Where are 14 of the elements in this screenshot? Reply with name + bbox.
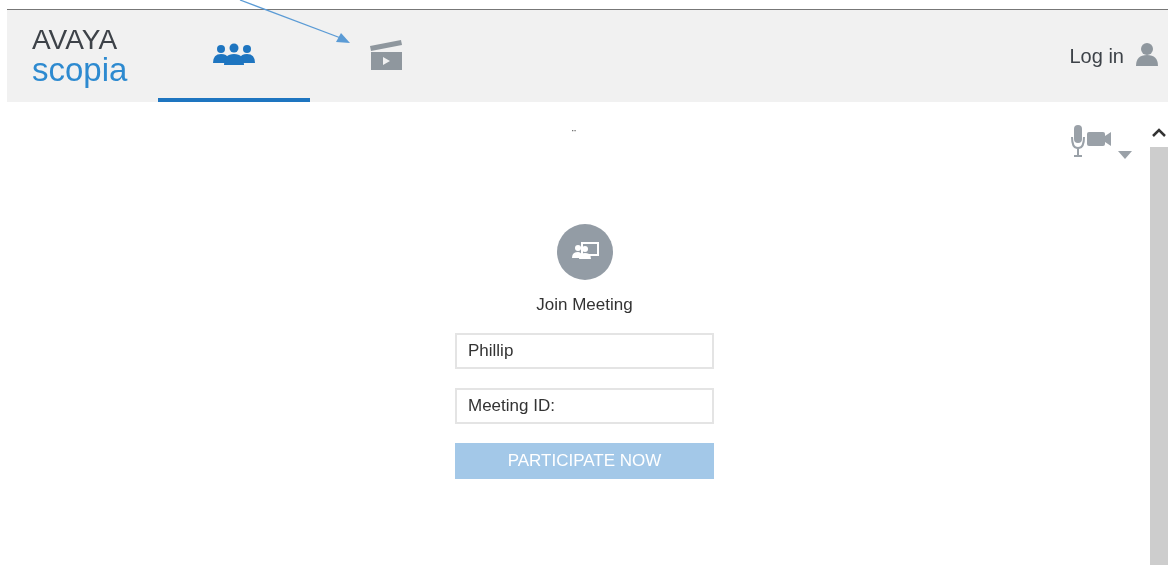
dropdown-caret-icon <box>1118 151 1132 159</box>
login-link[interactable]: Log in <box>1069 44 1136 68</box>
meeting-icon <box>556 224 613 280</box>
user-icon <box>1136 42 1158 66</box>
status-text: ¨ <box>572 128 576 142</box>
media-settings-button[interactable] <box>1070 125 1132 159</box>
name-field[interactable]: Phillip <box>455 333 714 369</box>
logo-product: scopia <box>32 54 129 86</box>
people-icon <box>212 43 256 65</box>
scroll-up-icon <box>1152 128 1166 137</box>
logo-brand: AVAYA <box>32 26 119 54</box>
clapperboard-icon <box>369 38 403 70</box>
meeting-id-field[interactable]: Meeting ID: <box>455 388 714 424</box>
join-meeting-title: Join Meeting <box>536 295 633 315</box>
